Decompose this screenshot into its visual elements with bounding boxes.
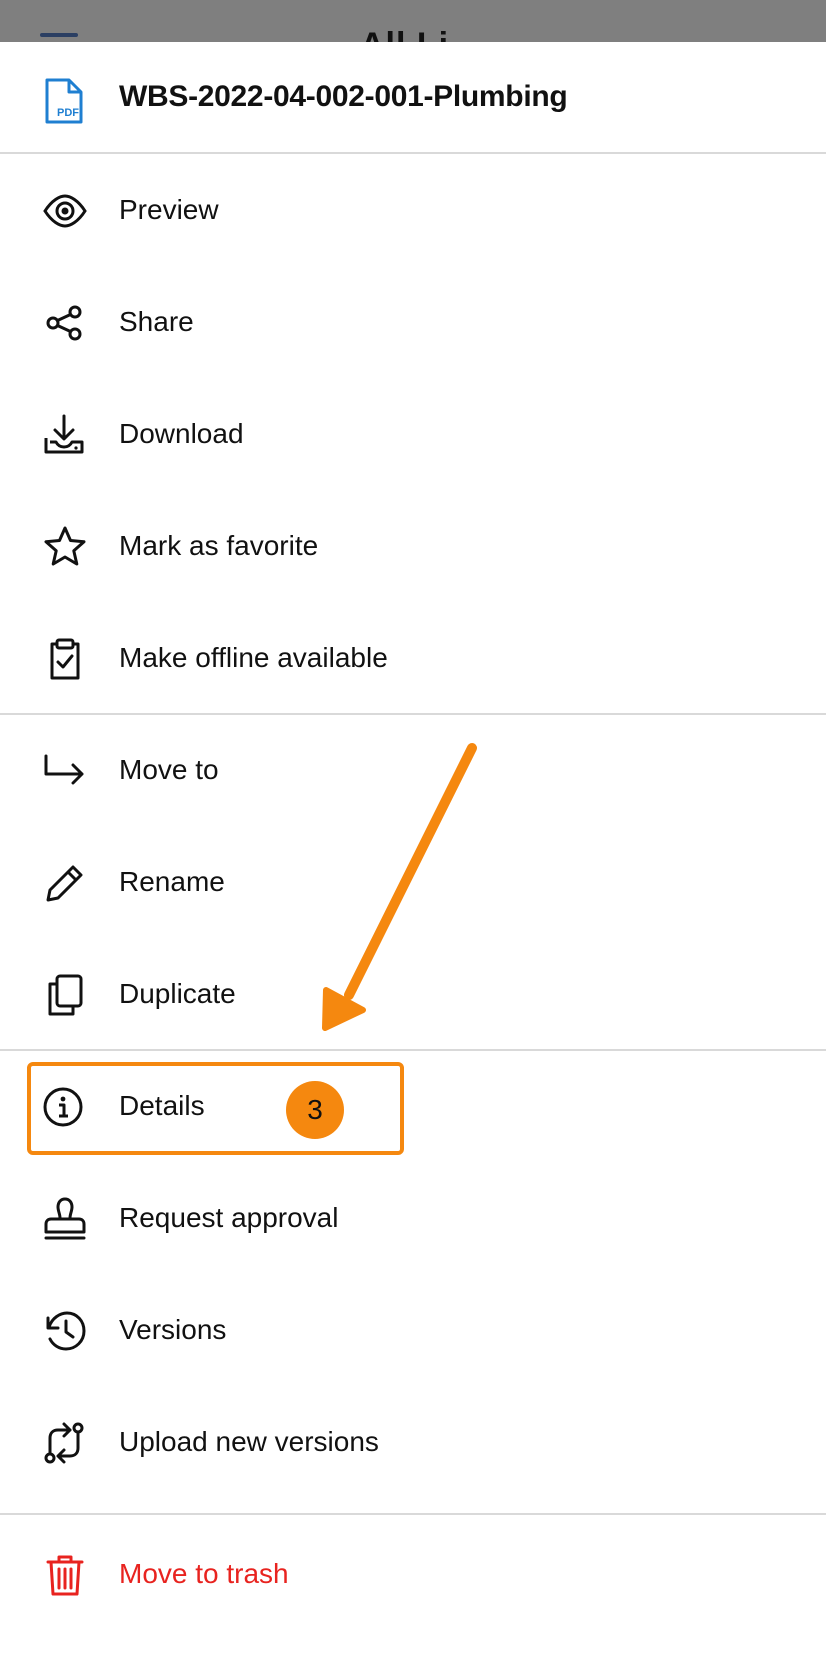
sync-versions-icon [42,1420,88,1466]
menu-item-move-to-trash[interactable]: Move to trash [0,1518,826,1630]
menu-item-label: Move to [119,754,219,785]
background-title: All Li [360,26,449,42]
menu-item-preview[interactable]: Preview [0,154,826,266]
details-highlight-box [27,1062,404,1155]
duplicate-icon [42,972,88,1018]
trash-icon [42,1552,88,1598]
menu-item-label: Move to trash [119,1558,289,1589]
section-divider [0,1513,826,1515]
menu-item-rename[interactable]: Rename [0,826,826,938]
menu-item-label: Versions [119,1314,227,1345]
move-arrow-icon [42,748,88,794]
menu-item-share[interactable]: Share [0,266,826,378]
stamp-icon [42,1196,88,1242]
hamburger-menu-icon [40,33,78,37]
menu-item-make-offline-available[interactable]: Make offline available [0,602,826,714]
menu-item-label: Request approval [119,1202,339,1233]
download-icon [42,412,88,458]
action-sheet: PDF WBS-2022-04-002-001-Plumbing Preview… [0,42,826,1666]
menu-item-label: Preview [119,194,219,225]
menu-item-label: Upload new versions [119,1426,379,1457]
sheet-header: PDF WBS-2022-04-002-001-Plumbing [0,42,826,154]
menu-item-label: Mark as favorite [119,530,319,561]
menu-item-request-approval[interactable]: Request approval [0,1162,826,1274]
menu-item-mark-as-favorite[interactable]: Mark as favorite [0,490,826,602]
share-icon [42,300,88,346]
pdf-file-icon: PDF [45,78,83,124]
menu-item-upload-new-versions[interactable]: Upload new versions [0,1386,826,1498]
menu-item-move-to[interactable]: Move to [0,714,826,826]
menu-item-label: Duplicate [119,978,236,1009]
menu-item-versions[interactable]: Versions [0,1274,826,1386]
svg-text:PDF: PDF [57,107,79,119]
menu-item-duplicate[interactable]: Duplicate [0,938,826,1050]
pencil-icon [42,860,88,906]
history-icon [42,1308,88,1354]
star-icon [42,524,88,570]
menu-item-label: Download [119,418,244,449]
file-name: WBS-2022-04-002-001-Plumbing [119,80,568,113]
menu-item-download[interactable]: Download [0,378,826,490]
menu-item-label: Rename [119,866,225,897]
menu-item-label: Make offline available [119,642,388,673]
menu-item-label: Share [119,306,194,337]
eye-icon [42,188,88,234]
background-screen: All Li [0,0,826,42]
clipboard-check-icon [42,636,88,682]
step-number-badge: 3 [286,1081,344,1139]
